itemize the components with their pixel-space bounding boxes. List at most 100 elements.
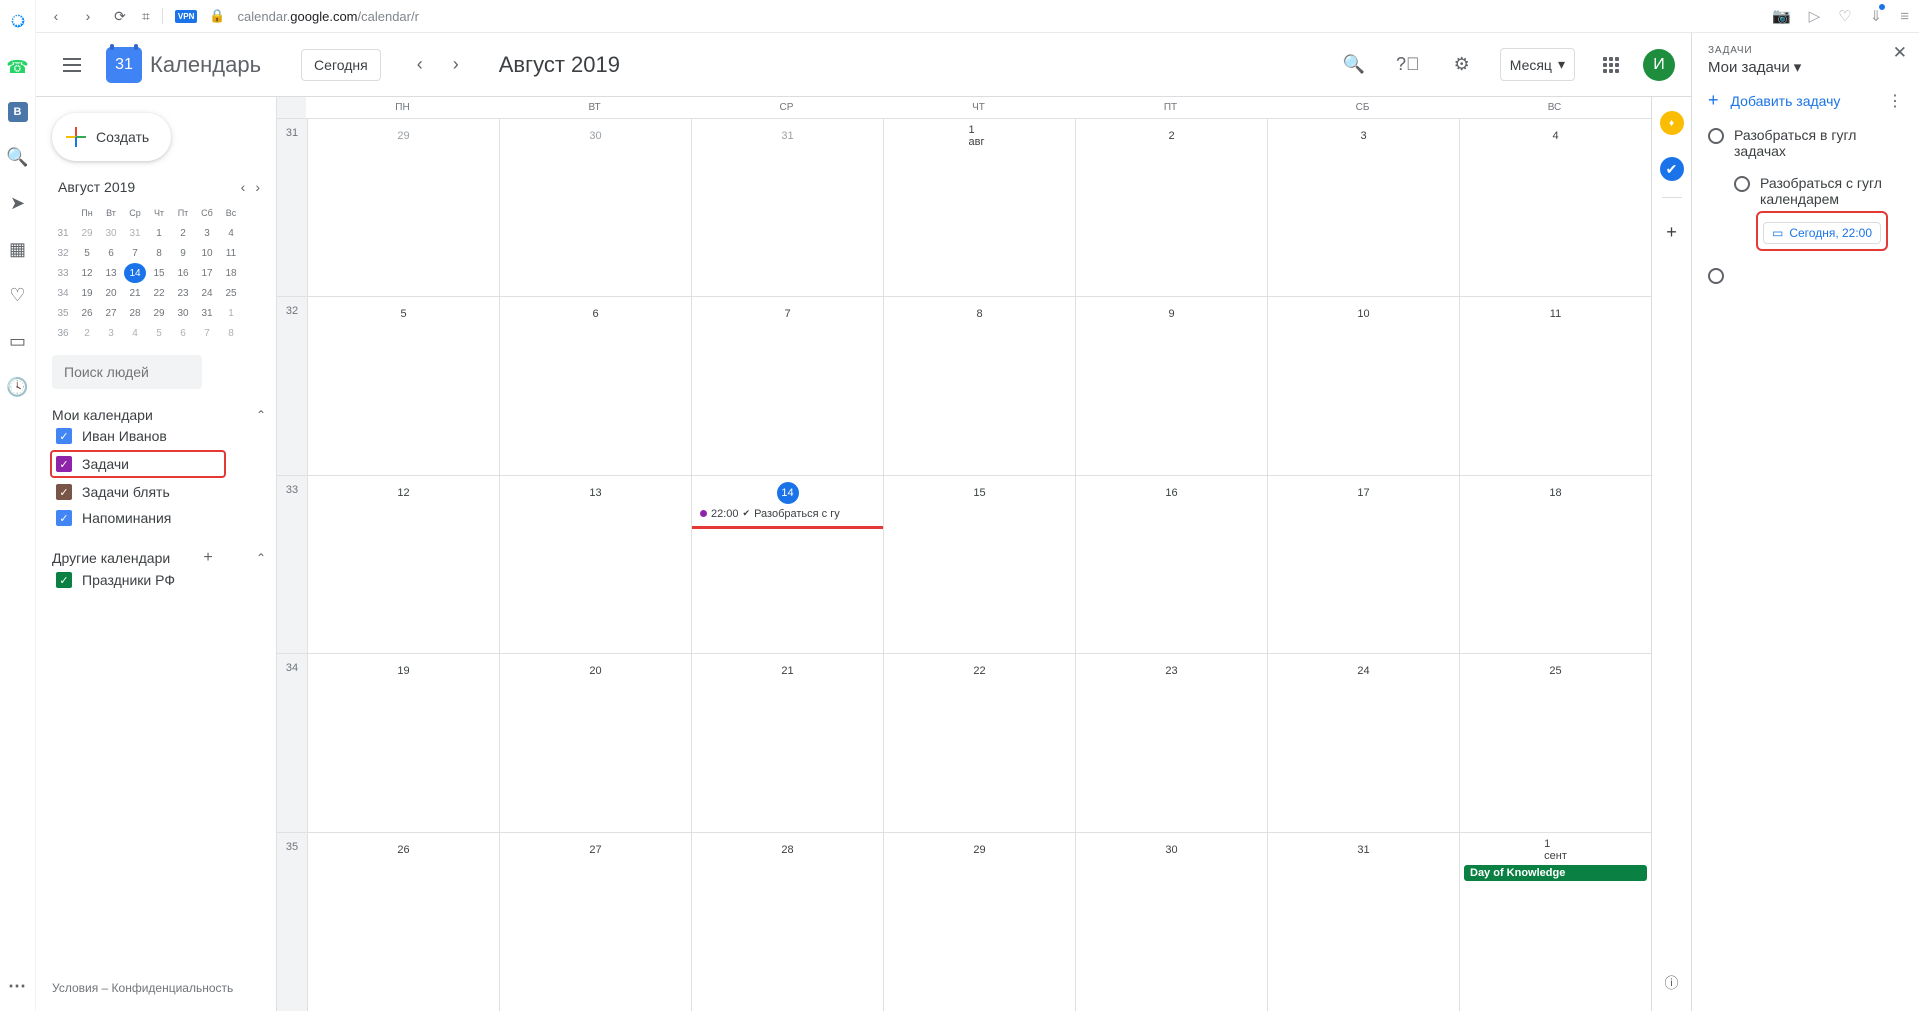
mini-day[interactable]: 21 bbox=[124, 283, 146, 303]
checkbox-icon[interactable]: ✓ bbox=[56, 572, 72, 588]
day-cell[interactable]: 30 bbox=[1075, 833, 1267, 1011]
mini-day[interactable]: 14 bbox=[124, 263, 146, 283]
calendar-logo[interactable]: 31 Календарь bbox=[106, 47, 261, 83]
day-cell[interactable]: 1 сентDay of Knowledge bbox=[1459, 833, 1651, 1011]
day-cell[interactable]: 6 bbox=[499, 297, 691, 474]
fav-icon[interactable]: ♡ bbox=[1838, 7, 1851, 25]
address-bar[interactable]: calendar.google.com/calendar/r bbox=[238, 9, 419, 24]
calendar-item[interactable]: ✓Иван Иванов bbox=[52, 423, 266, 449]
day-number[interactable]: 31 bbox=[777, 125, 799, 147]
help-button[interactable]: ?⃝ bbox=[1388, 45, 1428, 85]
checkbox-icon[interactable]: ✓ bbox=[56, 484, 72, 500]
search-icon[interactable]: 🔍 bbox=[7, 146, 29, 168]
mini-day[interactable]: 6 bbox=[172, 323, 194, 343]
day-cell[interactable]: 16 bbox=[1075, 476, 1267, 653]
day-cell[interactable]: 29 bbox=[883, 833, 1075, 1011]
prev-month-button[interactable]: ‹ bbox=[405, 50, 435, 80]
day-cell[interactable]: 13 bbox=[499, 476, 691, 653]
mini-next-button[interactable]: › bbox=[255, 179, 260, 195]
add-addon-button[interactable]: + bbox=[1660, 220, 1684, 244]
day-number[interactable]: 20 bbox=[585, 660, 607, 682]
checkbox-icon[interactable]: ✓ bbox=[56, 428, 72, 444]
checkbox-icon[interactable]: ✓ bbox=[56, 510, 72, 526]
task-date-chip[interactable]: ▭Сегодня, 22:00 bbox=[1763, 222, 1881, 244]
add-calendar-button[interactable]: + bbox=[203, 549, 212, 567]
next-month-button[interactable]: › bbox=[441, 50, 471, 80]
calendar-item[interactable]: ✓Задачи bbox=[50, 450, 226, 478]
day-cell[interactable]: 1422:00✔Разобраться с гу bbox=[691, 476, 883, 653]
search-button[interactable]: 🔍 bbox=[1334, 45, 1374, 85]
day-cell[interactable]: 1 авг bbox=[883, 119, 1075, 296]
card-icon[interactable]: ▭ bbox=[7, 330, 29, 352]
day-cell[interactable]: 2 bbox=[1075, 119, 1267, 296]
day-cell[interactable]: 28 bbox=[691, 833, 883, 1011]
day-cell[interactable]: 20 bbox=[499, 654, 691, 831]
mini-day[interactable]: 4 bbox=[124, 323, 146, 343]
apps-icon[interactable]: ▦ bbox=[7, 238, 29, 260]
task-menu-button[interactable]: ⋮ bbox=[1887, 91, 1903, 111]
day-number[interactable]: 4 bbox=[1545, 125, 1567, 147]
mini-day[interactable]: 31 bbox=[196, 303, 218, 323]
mini-day[interactable]: 3 bbox=[100, 323, 122, 343]
vk-icon[interactable]: B bbox=[8, 102, 28, 122]
mini-day[interactable]: 28 bbox=[124, 303, 146, 323]
vpn-badge[interactable]: VPN bbox=[175, 10, 197, 23]
mini-day[interactable]: 30 bbox=[100, 223, 122, 243]
day-cell[interactable]: 5 bbox=[307, 297, 499, 474]
mini-day[interactable]: 16 bbox=[172, 263, 194, 283]
mini-day[interactable]: 2 bbox=[76, 323, 98, 343]
mini-day[interactable]: 5 bbox=[148, 323, 170, 343]
tasks-icon[interactable]: ✔ bbox=[1660, 157, 1684, 181]
task-item[interactable]: Разобраться с гугл календарем▭Сегодня, 2… bbox=[1692, 167, 1919, 259]
day-number[interactable]: 29 bbox=[393, 125, 415, 147]
mini-day[interactable]: 22 bbox=[148, 283, 170, 303]
day-number[interactable]: 16 bbox=[1161, 482, 1183, 504]
task-checkbox[interactable] bbox=[1708, 128, 1724, 144]
mini-prev-button[interactable]: ‹ bbox=[241, 179, 246, 195]
account-avatar[interactable]: И bbox=[1643, 49, 1675, 81]
day-number[interactable]: 18 bbox=[1545, 482, 1567, 504]
day-cell[interactable]: 9 bbox=[1075, 297, 1267, 474]
day-number[interactable]: 8 bbox=[969, 303, 991, 325]
day-number[interactable]: 5 bbox=[393, 303, 415, 325]
day-cell[interactable]: 23 bbox=[1075, 654, 1267, 831]
mini-day[interactable]: 15 bbox=[148, 263, 170, 283]
mini-day[interactable]: 23 bbox=[172, 283, 194, 303]
day-number[interactable]: 13 bbox=[585, 482, 607, 504]
day-number[interactable]: 1 сент bbox=[1545, 839, 1567, 861]
day-number[interactable]: 1 авг bbox=[969, 125, 991, 147]
day-cell[interactable]: 22 bbox=[883, 654, 1075, 831]
day-cell[interactable]: 18 bbox=[1459, 476, 1651, 653]
day-number[interactable]: 24 bbox=[1353, 660, 1375, 682]
day-number[interactable]: 21 bbox=[777, 660, 799, 682]
mini-day[interactable]: 1 bbox=[220, 303, 242, 323]
day-cell[interactable]: 24 bbox=[1267, 654, 1459, 831]
reload-button[interactable]: ⟳ bbox=[110, 6, 130, 26]
day-number[interactable]: 29 bbox=[969, 839, 991, 861]
google-apps-button[interactable] bbox=[1603, 57, 1619, 73]
other-calendars-header[interactable]: Другие календари + ⌃ bbox=[52, 549, 266, 567]
mini-day[interactable]: 4 bbox=[220, 223, 242, 243]
day-cell[interactable]: 31 bbox=[691, 119, 883, 296]
nav-back-button[interactable]: ‹ bbox=[46, 6, 66, 26]
calendar-item[interactable]: ✓Задачи блять bbox=[52, 479, 266, 505]
day-number[interactable]: 25 bbox=[1545, 660, 1567, 682]
day-number[interactable]: 27 bbox=[585, 839, 607, 861]
day-number[interactable]: 17 bbox=[1353, 482, 1375, 504]
day-number[interactable]: 28 bbox=[777, 839, 799, 861]
heart-icon[interactable]: ♡ bbox=[7, 284, 29, 306]
mini-day[interactable]: 8 bbox=[148, 243, 170, 263]
task-item[interactable] bbox=[1692, 259, 1919, 292]
mini-day[interactable]: 27 bbox=[100, 303, 122, 323]
mini-day[interactable]: 29 bbox=[148, 303, 170, 323]
mini-day[interactable]: 12 bbox=[76, 263, 98, 283]
search-people-input[interactable] bbox=[52, 355, 202, 389]
footer-links[interactable]: Условия – Конфиденциальность bbox=[52, 969, 266, 995]
day-number[interactable]: 6 bbox=[585, 303, 607, 325]
view-selector[interactable]: Месяц▾ bbox=[1500, 48, 1575, 81]
mini-day[interactable]: 25 bbox=[220, 283, 242, 303]
day-cell[interactable]: 12 bbox=[307, 476, 499, 653]
day-number[interactable]: 31 bbox=[1353, 839, 1375, 861]
day-number[interactable]: 7 bbox=[777, 303, 799, 325]
mini-day[interactable]: 3 bbox=[196, 223, 218, 243]
